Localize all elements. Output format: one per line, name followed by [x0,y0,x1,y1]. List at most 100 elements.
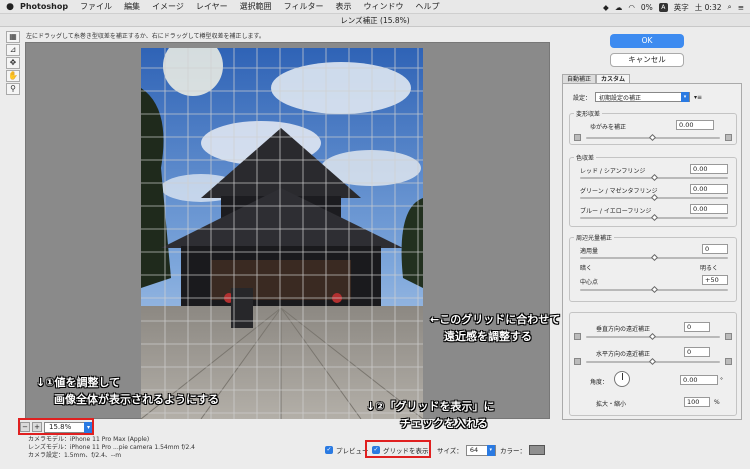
menu-app-name[interactable]: Photoshop [20,2,68,11]
zoom-tool-icon[interactable]: ⚲ [6,83,20,95]
input-source-label[interactable]: 英字 [674,2,689,13]
preview-checkbox[interactable]: ✓ [325,446,333,454]
distortion-group-label: 変形収差 [574,109,603,118]
clock[interactable]: 土 0:32 [695,2,722,13]
vignette-midpoint-slider[interactable] [580,285,728,294]
grid-color-swatch[interactable] [529,445,545,455]
scale-unit: % [714,398,720,406]
straighten-tool-icon[interactable]: ⊿ [6,44,20,56]
hand-tool-icon[interactable]: ✋ [6,70,20,82]
blue-yellow-slider[interactable] [580,213,728,222]
vignette-amount-slider[interactable] [580,253,728,262]
grid-size-label: サイズ： [437,447,463,455]
camera-model: カメラモデル：iPhone 11 Pro Max (Apple) [28,436,150,443]
menu-file[interactable]: ファイル [80,1,112,12]
ok-button[interactable]: OK [610,34,684,48]
input-source-icon[interactable]: A [658,2,668,12]
vertical-perspective-label: 垂直方向の遠近補正 [596,325,651,333]
move-grid-tool-icon[interactable]: ✥ [6,57,20,69]
dropbox-icon[interactable]: ◆ [603,3,609,12]
menu-layer[interactable]: レイヤー [196,1,228,12]
blue-yellow-slider-knob[interactable] [650,213,659,222]
green-magenta-slider[interactable] [580,193,728,202]
check-note-line2: チェックを入れる [400,417,488,430]
green-magenta-field[interactable]: 0.00 [690,184,728,194]
scale-label: 拡大・縮小 [596,400,627,408]
vignette-amount-slider-knob[interactable] [650,253,659,262]
menu-view[interactable]: 表示 [336,1,352,12]
menu-bar: ● Photoshop ファイル 編集 イメージ レイヤー 選択範囲 フィルター… [0,0,750,14]
scale-field[interactable]: 100 [684,397,710,407]
angle-dial[interactable] [614,371,630,387]
distortion-slider-knob[interactable] [648,133,657,142]
horizontal-perspective-slider-knob[interactable] [648,357,657,366]
zoom-highlight-box [18,418,94,435]
notification-icon[interactable]: ≡ [738,3,744,12]
vignette-group-label: 周辺光量補正 [574,233,615,242]
cancel-button[interactable]: キャンセル [610,53,684,67]
search-icon[interactable]: ⌕ [728,2,732,12]
menu-help[interactable]: ヘルプ [416,1,440,12]
dialog-title: レンズ補正 (15.8%) [0,14,750,27]
horizontal-perspective-slider[interactable] [586,357,720,366]
distortion-group: 変形収差 ゆがみを補正 0.00 [569,109,737,145]
angle-field[interactable]: 0.00 [680,375,718,385]
menu-edit[interactable]: 編集 [124,1,140,12]
chroma-group: 色収差 レッド / シアンフリンジ 0.00 グリーン / マゼンタフリンジ 0… [569,153,737,227]
red-cyan-slider[interactable] [580,173,728,182]
vertical-perspective-slider[interactable] [586,332,720,341]
cloud-icon[interactable]: ☁ [615,3,623,12]
vertical-perspective-field[interactable]: 0 [684,322,710,332]
green-magenta-slider-knob[interactable] [650,193,659,202]
distortion-tool-icon[interactable]: ▦ [6,31,20,43]
camera-info: カメラモデル：iPhone 11 Pro Max (Apple) レンズモデル：… [28,436,195,459]
zoom-note-line2: 画像全体が表示されるようにする [54,393,220,406]
settings-label: 設定： [573,94,592,102]
distortion-field[interactable]: 0.00 [676,120,714,130]
camera-settings: カメラ設定：1.5mm、f/2.4、--m [28,451,122,459]
angle-unit: ° [720,376,723,384]
grid-note-line1: ←このグリッドに合わせて [430,313,561,326]
distortion-slider[interactable] [586,133,720,142]
horizontal-perspective-field[interactable]: 0 [684,347,710,357]
vignette-darken-label: 暗く [580,264,593,272]
preview-label: プレビュー [336,447,369,455]
transform-group: 垂直方向の遠近補正 0 水平方向の遠近補正 0 角度： 0.00 ° 拡大・縮小… [569,312,737,416]
horizontal-perspective-left-icon [574,358,581,365]
tool-palette: ▦ ⊿ ✥ ✋ ⚲ [6,31,21,96]
blue-yellow-field[interactable]: 0.00 [690,204,728,214]
menu-window[interactable]: ウィンドウ [364,1,404,12]
red-cyan-field[interactable]: 0.00 [690,164,728,174]
grid-highlight-box [365,440,431,458]
status-area: ◆ ☁ ◠ 0% A 英字 土 0:32 ⌕ ≡ [603,0,744,14]
apple-menu-icon[interactable]: ● [0,2,20,12]
menu-select[interactable]: 選択範囲 [240,1,272,12]
custom-panel: 設定： 初期設定の補正 ▾ ▾≡ 変形収差 ゆがみを補正 0.00 色収差 レッ… [562,83,742,420]
horizontal-perspective-right-icon [725,358,732,365]
grid-note-line2: 遠近感を調整する [444,330,532,343]
horizontal-perspective-label: 水平方向の遠近補正 [596,350,651,358]
settings-menu-icon[interactable]: ▾≡ [694,94,702,101]
chevron-down-icon: ▾ [486,444,495,456]
barrel-icon [725,134,732,141]
lens-model: レンズモデル：iPhone 11 Pro ...pie camera 1.54m… [28,443,195,451]
grid-size-select[interactable]: 64 ▾ [465,444,496,456]
vignette-midpoint-field[interactable]: +50 [702,275,728,285]
grid-size-value: 64 [469,446,479,454]
vignette-midpoint-slider-knob[interactable] [650,285,659,294]
menu-filter[interactable]: フィルター [284,1,324,12]
vignette-amount-field[interactable]: 0 [702,244,728,254]
preview-toggle[interactable]: ✓ プレビュー [325,444,369,456]
menu-image[interactable]: イメージ [152,1,184,12]
wifi-icon[interactable]: ◠ [628,3,635,12]
preview-photo [141,48,423,419]
vertical-perspective-slider-knob[interactable] [648,332,657,341]
settings-row: 設定： 初期設定の補正 ▾ ▾≡ [573,92,702,102]
check-note-line1: ↓②「グリッドを表示」に [366,400,495,413]
grid-size-control: サイズ： 64 ▾ [437,444,496,456]
battery-text[interactable]: 0% [641,3,653,12]
settings-select[interactable]: 初期設定の補正 ▾ [595,92,691,102]
vignette-group: 周辺光量補正 適用量 0 暗く 明るく 中心点 +50 [569,233,737,302]
red-cyan-slider-knob[interactable] [650,173,659,182]
instruction-text: 左にドラッグして糸巻き型収差を補正するか、右にドラッグして樽型収差を補正します。 [26,33,265,40]
